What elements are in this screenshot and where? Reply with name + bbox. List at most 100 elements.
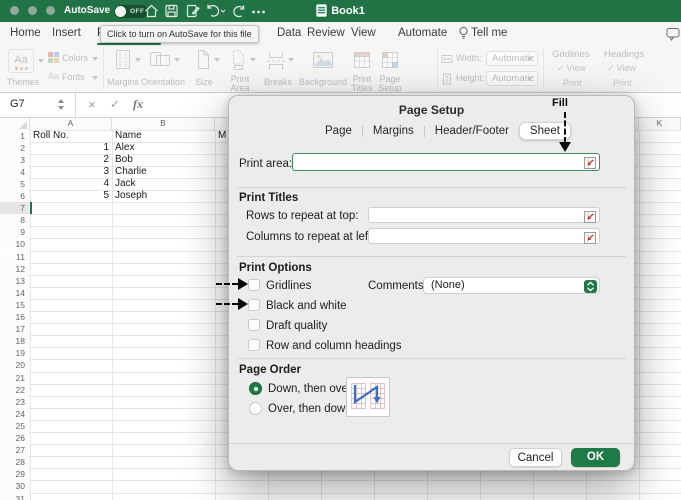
row-header-21[interactable]: 21 <box>0 372 29 384</box>
row-header-3[interactable]: 3 <box>0 154 29 166</box>
dialog-tab-header-footer[interactable]: Header/Footer <box>425 123 519 139</box>
print-area-button[interactable]: Print Area <box>224 75 256 92</box>
row-header-20[interactable]: 20 <box>0 359 29 371</box>
row-header-22[interactable]: 22 <box>0 384 29 396</box>
tab-automate[interactable]: Automate <box>398 27 447 39</box>
name-box[interactable]: G7 <box>0 93 76 117</box>
cell-B5[interactable]: Jack <box>115 178 212 190</box>
cell-B2[interactable]: Alex <box>115 142 212 154</box>
ok-button[interactable]: OK <box>571 448 620 467</box>
cell-A1[interactable]: Roll No. <box>33 130 109 142</box>
draft-quality-checkbox[interactable] <box>248 319 260 331</box>
down-then-over-radio[interactable] <box>249 382 262 395</box>
row-header-27[interactable]: 27 <box>0 444 29 456</box>
row-header-28[interactable]: 28 <box>0 456 29 468</box>
comments-icon[interactable] <box>666 27 680 46</box>
dialog-tab-margins[interactable]: Margins <box>363 123 424 139</box>
row-header-8[interactable]: 8 <box>0 214 29 226</box>
name-box-stepper[interactable] <box>58 99 64 110</box>
row-header-12[interactable]: 12 <box>0 263 29 275</box>
row-header-26[interactable]: 26 <box>0 432 29 444</box>
row-header-5[interactable]: 5 <box>0 178 29 190</box>
themes-button[interactable]: Themes <box>0 78 46 87</box>
row-header-31[interactable]: 31 <box>0 493 29 500</box>
row-header-4[interactable]: 4 <box>0 166 29 178</box>
gridlines-checkbox[interactable] <box>248 279 260 291</box>
cols-repeat-field[interactable] <box>368 228 600 244</box>
cell-B6[interactable]: Joseph <box>115 190 212 202</box>
tab-data[interactable]: Data <box>277 27 301 39</box>
dialog-tab-page[interactable]: Page <box>315 123 362 139</box>
rows-repeat-field[interactable] <box>368 207 600 223</box>
row-header-9[interactable]: 9 <box>0 226 29 238</box>
row-header-30[interactable]: 30 <box>0 480 29 492</box>
row-header-16[interactable]: 16 <box>0 311 29 323</box>
cell-B4[interactable]: Charlie <box>115 166 212 178</box>
draft-quality-checkbox-label[interactable]: Draft quality <box>266 320 327 332</box>
cell-B3[interactable]: Bob <box>115 154 212 166</box>
height-select[interactable]: Automatic <box>486 71 538 86</box>
enter-entry-icon[interactable]: ✓ <box>110 97 120 111</box>
cell-B1[interactable]: Name <box>115 130 212 142</box>
row-header-23[interactable]: 23 <box>0 396 29 408</box>
breaks-button[interactable]: Breaks <box>262 78 294 87</box>
cell-A2[interactable]: 1 <box>33 142 109 154</box>
theme-colors-button[interactable]: Colors <box>62 54 88 63</box>
print-area-field[interactable] <box>292 153 600 171</box>
row-header-24[interactable]: 24 <box>0 408 29 420</box>
headings-print-checkbox[interactable]: Print <box>613 78 632 88</box>
row-header-7[interactable]: 7 <box>0 202 29 214</box>
background-button[interactable]: Background <box>297 78 349 87</box>
row-header-10[interactable]: 10 <box>0 238 29 250</box>
orientation-button[interactable]: Orientation <box>140 78 186 87</box>
cell-A5[interactable]: 4 <box>33 178 109 190</box>
row-header-14[interactable]: 14 <box>0 287 29 299</box>
cell-A6[interactable]: 5 <box>33 190 109 202</box>
tab-review[interactable]: Review <box>307 27 345 39</box>
row-header-2[interactable]: 2 <box>0 142 29 154</box>
row-header-13[interactable]: 13 <box>0 275 29 287</box>
comments-select[interactable]: (None) <box>423 277 600 294</box>
rows-repeat-range-picker-icon[interactable] <box>584 210 596 222</box>
width-select[interactable]: Automatic <box>486 51 538 66</box>
page-setup-launcher-button[interactable]: Page Setup <box>374 75 406 92</box>
cancel-button[interactable]: Cancel <box>509 448 562 467</box>
margins-button[interactable]: Margins <box>103 78 143 87</box>
row-col-headings-checkbox-label[interactable]: Row and column headings <box>266 340 402 352</box>
gridlines-checkbox-label[interactable]: Gridlines <box>266 280 311 292</box>
tab-insert[interactable]: Insert <box>52 27 81 39</box>
row-header-25[interactable]: 25 <box>0 420 29 432</box>
cell-A3[interactable]: 2 <box>33 154 109 166</box>
over-then-down-radio[interactable] <box>249 402 262 415</box>
cols-repeat-range-picker-icon[interactable] <box>584 231 596 243</box>
row-col-headings-checkbox[interactable] <box>248 339 260 351</box>
size-button[interactable]: Size <box>188 78 220 87</box>
row-header-29[interactable]: 29 <box>0 468 29 480</box>
column-header-A[interactable]: A <box>30 118 112 130</box>
tab-tell-me[interactable]: Tell me <box>471 27 507 39</box>
row-header-11[interactable]: 11 <box>0 251 29 263</box>
theme-fonts-button[interactable]: Fonts <box>62 73 85 82</box>
down-then-over-label[interactable]: Down, then over <box>268 383 352 395</box>
cancel-entry-icon[interactable]: × <box>88 97 96 112</box>
row-header-18[interactable]: 18 <box>0 335 29 347</box>
headings-view-checkbox[interactable]: ✓View <box>607 63 636 74</box>
gridlines-print-checkbox[interactable]: Print <box>563 78 582 88</box>
row-header-6[interactable]: 6 <box>0 190 29 202</box>
row-header-17[interactable]: 17 <box>0 323 29 335</box>
row-header-15[interactable]: 15 <box>0 299 29 311</box>
black-white-checkbox[interactable] <box>248 299 260 311</box>
tab-home[interactable]: Home <box>10 27 41 39</box>
insert-function-icon[interactable]: fx <box>133 97 143 112</box>
black-white-checkbox-label[interactable]: Black and white <box>266 300 347 312</box>
tab-view[interactable]: View <box>351 27 376 39</box>
over-then-down-label[interactable]: Over, then down <box>268 403 352 415</box>
gridlines-view-checkbox[interactable]: ✓View <box>557 63 586 74</box>
column-header-B[interactable]: B <box>112 118 215 130</box>
row-header-1[interactable]: 1 <box>0 130 29 142</box>
row-header-19[interactable]: 19 <box>0 347 29 359</box>
cell-A4[interactable]: 3 <box>33 166 109 178</box>
select-all-corner[interactable] <box>0 118 30 130</box>
column-header-K[interactable]: K <box>639 118 681 130</box>
print-area-range-picker-icon[interactable] <box>584 156 596 168</box>
